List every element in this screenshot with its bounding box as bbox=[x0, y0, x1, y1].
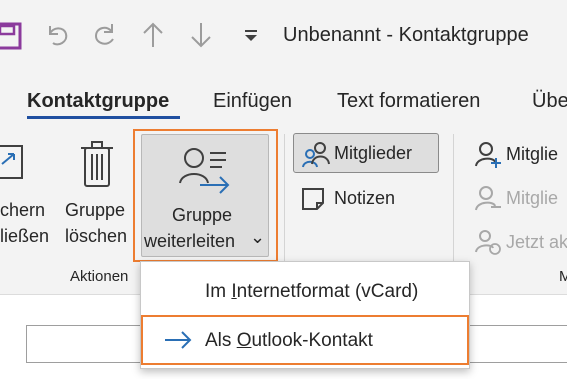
remove-members-label: Mitglie bbox=[506, 188, 559, 208]
close-group-button[interactable]: chern ließen bbox=[0, 134, 58, 252]
members-label: Mitglieder bbox=[334, 143, 413, 163]
forward-label-line2: weiterleiten bbox=[144, 231, 236, 251]
tab-overflow-partial[interactable]: Übe bbox=[532, 90, 567, 113]
members-icon bbox=[302, 142, 330, 168]
remove-members-button[interactable]: Mitglie bbox=[470, 180, 567, 216]
save-icon[interactable] bbox=[0, 18, 22, 52]
tab-kontaktgruppe[interactable]: Kontaktgruppe bbox=[27, 90, 169, 113]
redo-icon[interactable] bbox=[88, 18, 122, 52]
notes-button[interactable]: Notizen bbox=[298, 180, 438, 216]
window-title: Unbenannt - Kontaktgruppe bbox=[283, 24, 529, 46]
arrow-up-icon[interactable] bbox=[138, 18, 168, 52]
group-separator bbox=[284, 134, 285, 274]
forward-dropdown-menu: Im Internetformat (vCard) Als Outlook-Ko… bbox=[140, 261, 470, 369]
close-label-line1: chern bbox=[0, 200, 46, 220]
chevron-down-icon: ⌄ bbox=[250, 227, 266, 247]
members-group-label: M bbox=[559, 268, 567, 285]
tab-text-formatieren[interactable]: Text formatieren bbox=[337, 90, 480, 113]
title-bar: Unbenannt - Kontaktgruppe bbox=[0, 0, 567, 74]
remove-member-icon bbox=[475, 186, 501, 211]
ribbon-tabs: Kontaktgruppe Einfügen Text formatieren … bbox=[0, 74, 567, 126]
notes-label: Notizen bbox=[334, 188, 396, 208]
menu-item-internet-format[interactable]: Im Internetformat (vCard) bbox=[141, 266, 469, 316]
close-label-line2: ließen bbox=[0, 226, 50, 246]
update-members-icon bbox=[475, 230, 501, 255]
update-now-label: Jetzt ak bbox=[506, 232, 567, 252]
members-button[interactable]: Mitglieder bbox=[293, 133, 439, 173]
active-tab-indicator bbox=[27, 116, 180, 119]
group-separator-2 bbox=[453, 134, 454, 274]
forward-group-button[interactable]: Gruppe weiterleiten ⌄ bbox=[141, 134, 269, 257]
arrow-down-icon[interactable] bbox=[186, 18, 216, 52]
menu-item-outlook-contact-label: Als Outlook-Kontakt bbox=[205, 330, 373, 351]
notes-icon bbox=[302, 188, 324, 210]
actions-group-label: Aktionen bbox=[70, 268, 129, 285]
undo-icon[interactable] bbox=[40, 18, 74, 52]
forward-contact-icon bbox=[179, 148, 230, 194]
add-member-icon bbox=[475, 142, 501, 168]
delete-group-button[interactable]: Gruppe löschen bbox=[62, 134, 132, 252]
close-group-icon bbox=[0, 145, 23, 179]
menu-item-outlook-contact[interactable]: Als Outlook-Kontakt bbox=[141, 315, 469, 365]
add-members-button[interactable]: Mitglie bbox=[470, 136, 567, 172]
customize-quick-access-icon[interactable] bbox=[240, 18, 262, 52]
update-now-button[interactable]: Jetzt ak bbox=[470, 224, 567, 260]
delete-label-line1: Gruppe bbox=[65, 200, 126, 220]
delete-label-line2: löschen bbox=[65, 226, 128, 246]
trash-icon bbox=[81, 141, 113, 187]
forward-label-line1: Gruppe bbox=[172, 205, 233, 225]
tab-einfuegen[interactable]: Einfügen bbox=[213, 90, 292, 113]
add-members-label: Mitglie bbox=[506, 144, 559, 164]
menu-item-internet-format-label: Im Internetformat (vCard) bbox=[205, 281, 419, 302]
arrow-right-icon bbox=[165, 331, 192, 349]
